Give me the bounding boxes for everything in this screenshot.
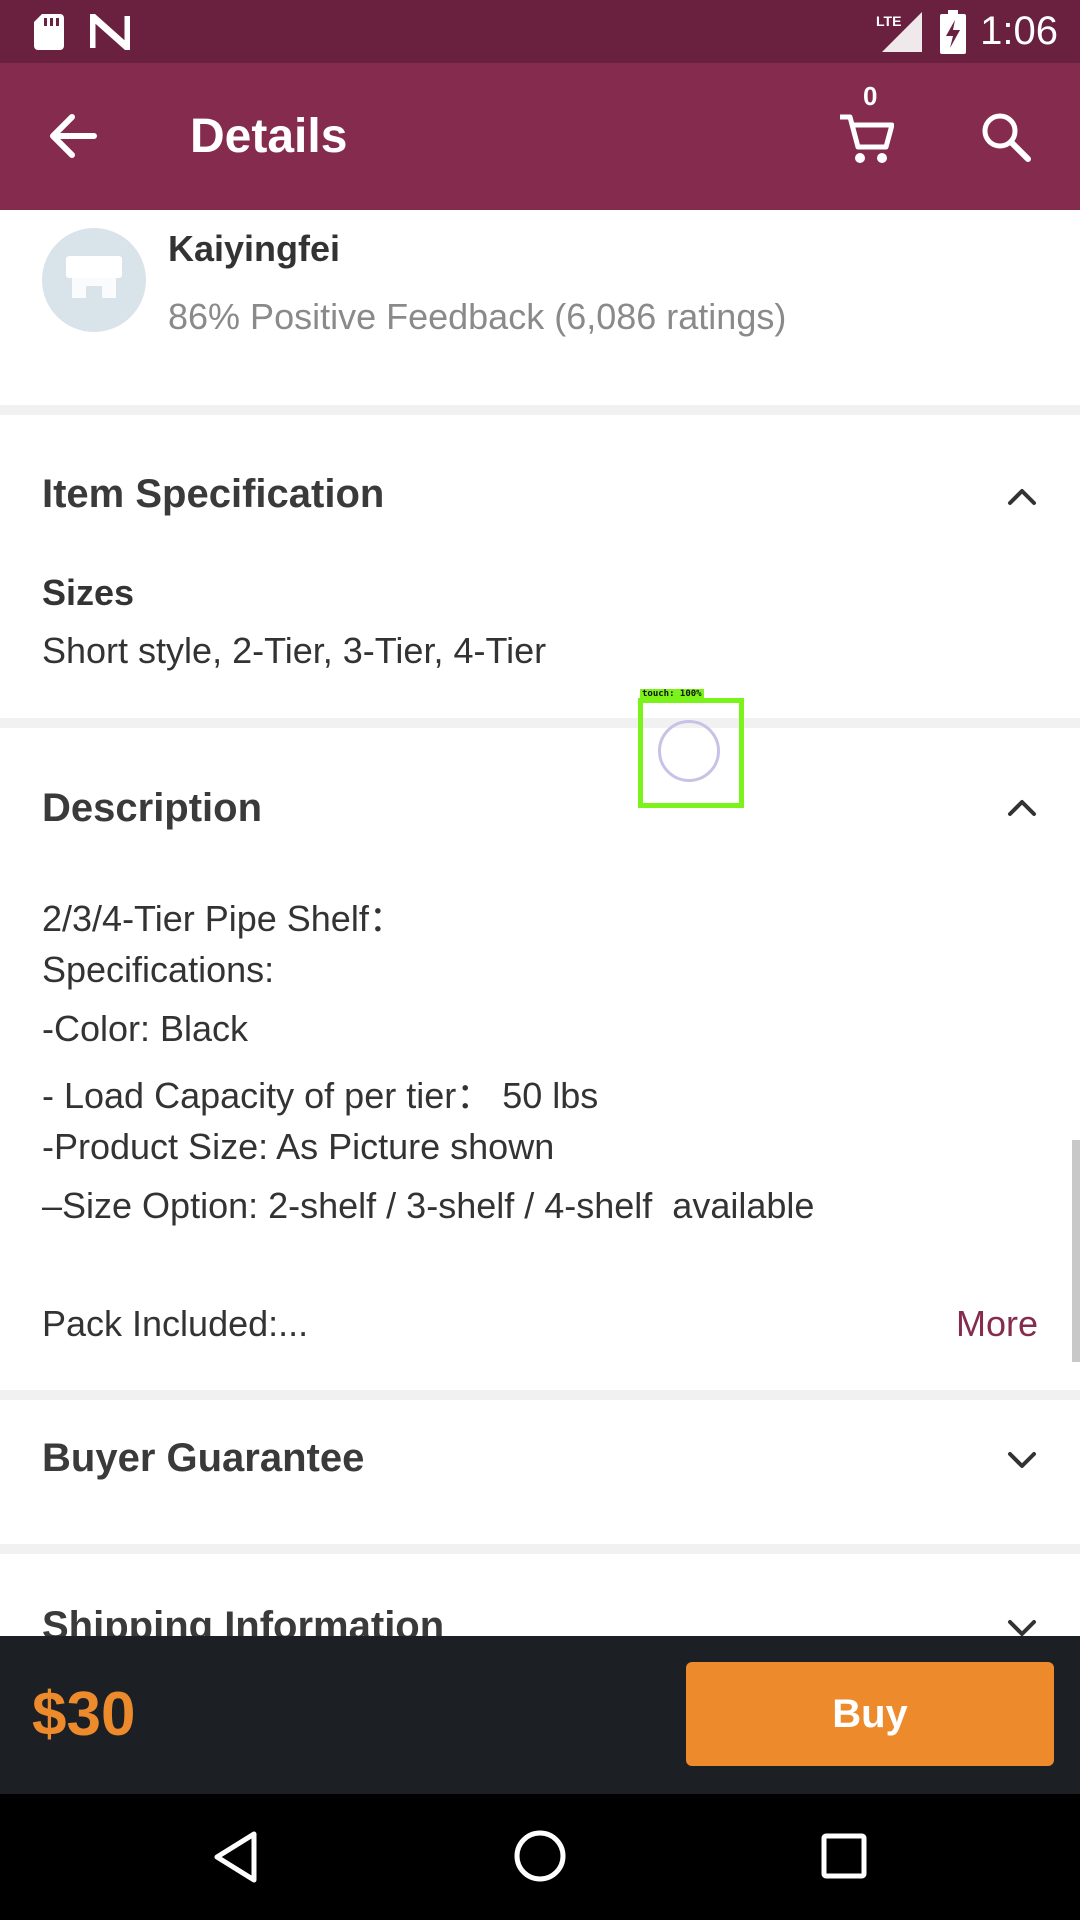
cart-icon [840, 114, 894, 163]
navigation-bar [0, 1794, 1080, 1920]
cart-count-badge: 0 [863, 81, 878, 111]
chevron-up-icon [1008, 489, 1036, 505]
shipping-information-header[interactable]: Shipping Information [0, 1554, 1080, 1636]
chevron-down-icon [1008, 1620, 1036, 1636]
seller-name: Kaiyingfei [168, 228, 341, 269]
divider [0, 718, 1080, 728]
lte-signal-icon: LTE [876, 12, 922, 52]
buyer-guarantee-header[interactable]: Buyer Guarantee [0, 1400, 1080, 1520]
buyer-guarantee-title: Buyer Guarantee [42, 1436, 365, 1480]
seller-card[interactable]: Kaiyingfei 86% Positive Feedback (6,086 … [0, 210, 1080, 405]
divider [0, 1390, 1080, 1400]
description-line: -Color: Black [42, 1008, 249, 1049]
back-arrow-icon[interactable] [48, 113, 98, 159]
sizes-value: Short style, 2-Tier, 3-Tier, 4-Tier [42, 630, 547, 671]
description-line: -Product Size: As Picture shown [42, 1126, 555, 1167]
back-nav-icon[interactable] [212, 1830, 258, 1884]
scrollbar[interactable] [1072, 1140, 1080, 1362]
price: $30 [32, 1680, 136, 1749]
status-time: 1:06 [980, 9, 1058, 53]
recents-nav-icon[interactable] [820, 1832, 868, 1880]
touch-point [658, 720, 720, 782]
touch-indicator-label: touch: 100% [640, 689, 704, 699]
home-nav-icon[interactable] [512, 1828, 568, 1884]
page-title: Details [190, 110, 348, 163]
sd-card-icon [34, 14, 64, 50]
store-icon [66, 256, 122, 298]
sizes-label: Sizes [42, 572, 135, 613]
app-bar: Details 0 [0, 63, 1080, 210]
bottom-bar: $30 Buy [0, 1636, 1080, 1794]
search-icon[interactable] [980, 111, 1032, 163]
buy-button[interactable]: Buy [686, 1662, 1054, 1766]
pack-included-text: Pack Included:... [42, 1303, 309, 1344]
svg-text:LTE: LTE [876, 13, 901, 29]
cart-button[interactable]: 0 [838, 81, 900, 173]
description-line: –Size Option: 2-shelf / 3-shelf / 4-shel… [42, 1185, 815, 1226]
description-line: - Load Capacity of per tier： 50 lbs [42, 1075, 599, 1116]
description-header[interactable]: Description [0, 728, 1080, 830]
divider [0, 1544, 1080, 1554]
description-line: 2/3/4-Tier Pipe Shelf： [42, 898, 405, 939]
item-specification-title: Item Specification [42, 472, 385, 516]
battery-charging-icon [940, 10, 966, 54]
chevron-up-icon [1008, 800, 1036, 816]
seller-avatar [42, 228, 146, 332]
divider [0, 405, 1080, 415]
shipping-information-title: Shipping Information [42, 1604, 445, 1636]
description-title: Description [42, 786, 263, 830]
more-link[interactable]: More [956, 1303, 1038, 1345]
details-content[interactable]: Kaiyingfei 86% Positive Feedback (6,086 … [0, 210, 1080, 1636]
description-line: Specifications: [42, 949, 275, 990]
item-specification-header[interactable]: Item Specification [0, 415, 1080, 516]
n-logo-icon [90, 14, 130, 50]
chevron-down-icon [1008, 1452, 1036, 1468]
seller-feedback: 86% Positive Feedback (6,086 ratings) [168, 296, 787, 337]
status-bar: LTE 1:06 [0, 0, 1080, 63]
